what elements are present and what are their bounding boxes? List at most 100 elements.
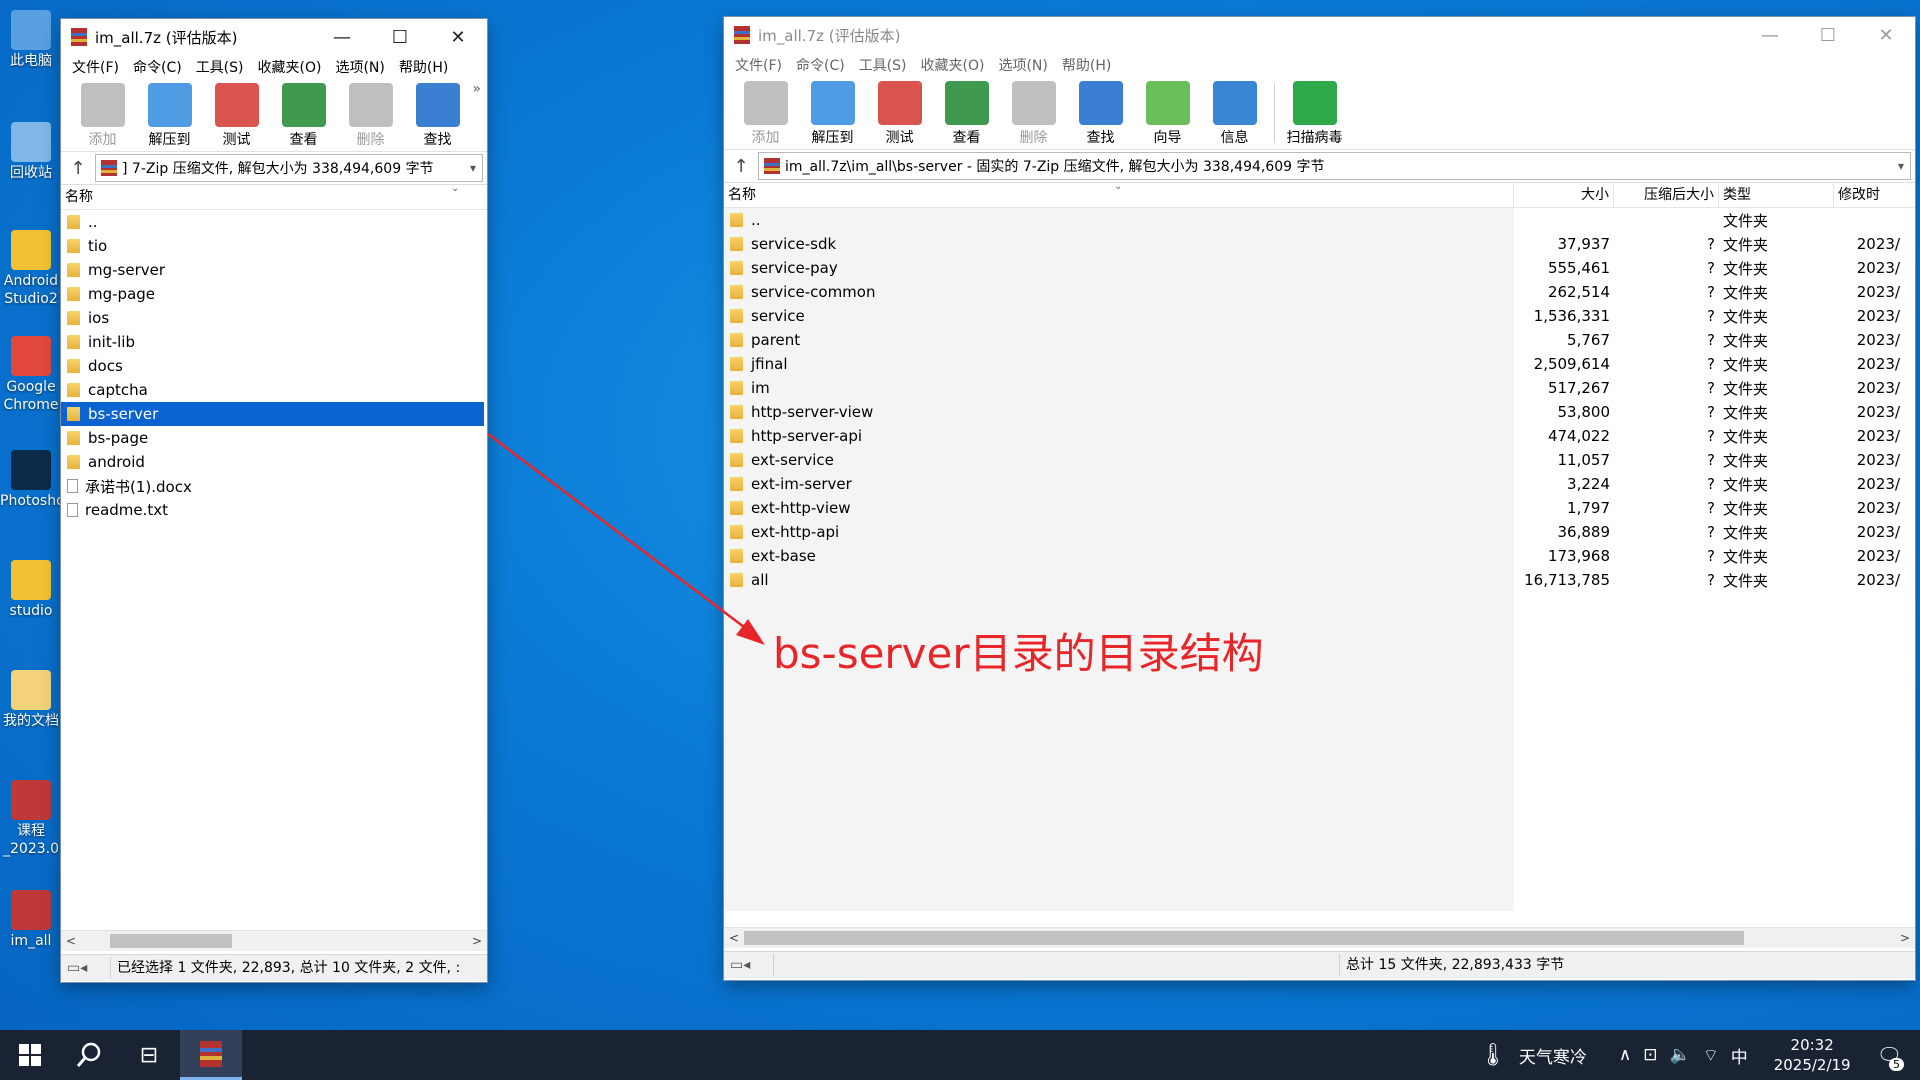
list-item[interactable]: 承诺书(1).docx — [61, 474, 484, 498]
menu-item[interactable]: 收藏夹(O) — [251, 57, 329, 77]
menu-item[interactable]: 选项(N) — [991, 55, 1054, 75]
list-item[interactable]: ios — [61, 306, 484, 330]
table-row[interactable]: http-server-api 474,022? 文件夹 2023/ — [724, 424, 1915, 448]
close-button[interactable]: ✕ — [429, 19, 487, 55]
add-archive-button[interactable]: 添加 — [732, 77, 799, 147]
table-row[interactable]: jfinal 2,509,614? 文件夹 2023/ — [724, 352, 1915, 376]
scan-virus-button[interactable]: 扫描病毒 — [1281, 77, 1348, 147]
maximize-button[interactable]: ☐ — [371, 19, 429, 55]
desktop-icon[interactable]: im_all — [0, 890, 62, 950]
desktop-icon[interactable]: Google Chrome — [0, 336, 62, 414]
list-item[interactable]: bs-page — [61, 426, 484, 450]
delete-trash-button[interactable]: 删除 — [1000, 77, 1067, 147]
add-archive-button[interactable]: 添加 — [69, 79, 136, 149]
search-icon[interactable] — [60, 1030, 118, 1080]
list-item[interactable]: mg-server — [61, 258, 484, 282]
desktop-icon[interactable]: 回收站 — [0, 122, 62, 182]
notification-icon[interactable]: 🗨 5 — [1877, 1043, 1904, 1071]
extract-folder-button[interactable]: 解压到 — [799, 77, 866, 147]
list-item[interactable]: bs-server — [61, 402, 484, 426]
table-row[interactable]: ext-http-api 36,889? 文件夹 2023/ — [724, 520, 1915, 544]
chevron-down-icon[interactable]: ▾ — [464, 161, 482, 175]
wizard-wand-button[interactable]: 向导 — [1134, 77, 1201, 147]
column-header-modified[interactable]: 修改时 — [1834, 183, 1915, 207]
table-row[interactable]: parent 5,767? 文件夹 2023/ — [724, 328, 1915, 352]
menu-item[interactable]: 文件(F) — [65, 57, 126, 77]
table-row[interactable]: service-common 262,514? 文件夹 2023/ — [724, 280, 1915, 304]
left-horizontal-scrollbar[interactable]: < > — [61, 930, 487, 951]
table-row[interactable]: http-server-view 53,800? 文件夹 2023/ — [724, 400, 1915, 424]
menu-item[interactable]: 帮助(H) — [392, 57, 455, 77]
info-button[interactable]: 信息 — [1201, 77, 1268, 147]
extract-folder-button[interactable]: 解压到 — [136, 79, 203, 149]
table-row[interactable]: ext-service 11,057? 文件夹 2023/ — [724, 448, 1915, 472]
network-device-icon[interactable]: ⊡ — [1643, 1045, 1657, 1065]
table-row[interactable]: .. 文件夹 — [724, 208, 1915, 232]
menu-item[interactable]: 帮助(H) — [1055, 55, 1118, 75]
desktop-icon[interactable]: 此电脑 — [0, 10, 62, 70]
chevron-down-icon[interactable]: ▾ — [1892, 159, 1910, 173]
clock[interactable]: 20:32 2025/2/19 — [1768, 1035, 1857, 1075]
list-item[interactable]: init-lib — [61, 330, 484, 354]
column-header-name[interactable]: 名称 — [61, 185, 451, 209]
table-row[interactable]: ext-http-view 1,797? 文件夹 2023/ — [724, 496, 1915, 520]
view-book-button[interactable]: 查看 — [933, 77, 1000, 147]
scroll-thumb[interactable] — [744, 931, 1744, 945]
delete-trash-button[interactable]: 删除 — [337, 79, 404, 149]
scroll-right-icon[interactable]: > — [467, 934, 487, 948]
right-address-combo[interactable]: im_all.7z\im_all\bs-server - 固实的 7-Zip 压… — [758, 152, 1911, 180]
table-row[interactable]: ext-im-server 3,224? 文件夹 2023/ — [724, 472, 1915, 496]
table-row[interactable]: service-sdk 37,937? 文件夹 2023/ — [724, 232, 1915, 256]
left-address-combo[interactable]: ] 7-Zip 压缩文件, 解包大小为 338,494,609 字节 ▾ — [95, 154, 483, 182]
scroll-thumb[interactable] — [110, 934, 232, 948]
desktop-icon[interactable]: studio — [0, 560, 62, 620]
menu-item[interactable]: 命令(C) — [789, 55, 852, 75]
chevron-up-icon[interactable]: ∧ — [1619, 1045, 1631, 1065]
minimize-button[interactable]: — — [1741, 17, 1799, 53]
desktop-icon[interactable]: 课程_2023.0 — [0, 780, 62, 858]
table-row[interactable]: service 1,536,331? 文件夹 2023/ — [724, 304, 1915, 328]
left-titlebar[interactable]: im_all.7z (评估版本) — ☐ ✕ — [61, 19, 487, 55]
up-folder-icon[interactable]: ↑ — [61, 158, 95, 179]
maximize-button[interactable]: ☐ — [1799, 17, 1857, 53]
table-row[interactable]: all 16,713,785? 文件夹 2023/ — [724, 568, 1915, 592]
desktop-icon[interactable]: Android Studio2 — [0, 230, 62, 308]
scroll-right-icon[interactable]: > — [1895, 931, 1915, 945]
menu-item[interactable]: 命令(C) — [126, 57, 189, 77]
desktop-icon[interactable]: 我的文档 — [0, 670, 62, 730]
list-item[interactable]: tio — [61, 234, 484, 258]
column-header-size[interactable]: 大小 — [1514, 183, 1614, 207]
column-header-type[interactable]: 类型 — [1719, 183, 1834, 207]
list-item[interactable]: readme.txt — [61, 498, 484, 522]
list-item[interactable]: docs — [61, 354, 484, 378]
right-horizontal-scrollbar[interactable]: < > — [724, 927, 1915, 948]
wifi-icon[interactable]: ⌔ — [1703, 1045, 1719, 1066]
right-archive-window[interactable]: im_all.7z (评估版本) — ☐ ✕ 文件(F) 命令(C) 工具(S) 收藏… — [724, 17, 1915, 980]
left-archive-window[interactable]: im_all.7z (评估版本) — ☐ ✕ 文件(F) 命令(C) 工具(S) 收藏… — [61, 19, 487, 982]
scroll-left-icon[interactable]: < — [61, 934, 81, 948]
task-view-icon[interactable]: ⊟ — [118, 1030, 180, 1080]
ime-indicator[interactable]: 中 — [1731, 1043, 1748, 1068]
table-row[interactable]: service-pay 555,461? 文件夹 2023/ — [724, 256, 1915, 280]
find-magnifier-button[interactable]: 查找 — [1067, 77, 1134, 147]
view-book-button[interactable]: 查看 — [270, 79, 337, 149]
table-row[interactable]: im 517,267? 文件夹 2023/ — [724, 376, 1915, 400]
windows-start-icon[interactable] — [0, 1030, 60, 1080]
close-button[interactable]: ✕ — [1857, 17, 1915, 53]
taskbar-winrar-icon[interactable] — [180, 1030, 242, 1080]
menu-item[interactable]: 文件(F) — [728, 55, 789, 75]
menu-item[interactable]: 选项(N) — [328, 57, 391, 77]
list-item[interactable]: captcha — [61, 378, 484, 402]
menu-item[interactable]: 收藏夹(O) — [914, 55, 992, 75]
list-item[interactable]: android — [61, 450, 484, 474]
desktop-icon[interactable]: Photoshop — [0, 450, 62, 510]
toolbar-overflow-icon[interactable]: » — [472, 81, 481, 97]
right-titlebar[interactable]: im_all.7z (评估版本) — ☐ ✕ — [724, 17, 1915, 53]
speaker-icon[interactable]: 🔈 — [1670, 1045, 1691, 1065]
minimize-button[interactable]: — — [313, 19, 371, 55]
find-magnifier-button[interactable]: 查找 — [404, 79, 471, 149]
menu-item[interactable]: 工具(S) — [852, 55, 914, 75]
menu-item[interactable]: 工具(S) — [189, 57, 251, 77]
column-header-packed[interactable]: 压缩后大小 — [1614, 183, 1719, 207]
test-checklist-button[interactable]: 测试 — [203, 79, 270, 149]
